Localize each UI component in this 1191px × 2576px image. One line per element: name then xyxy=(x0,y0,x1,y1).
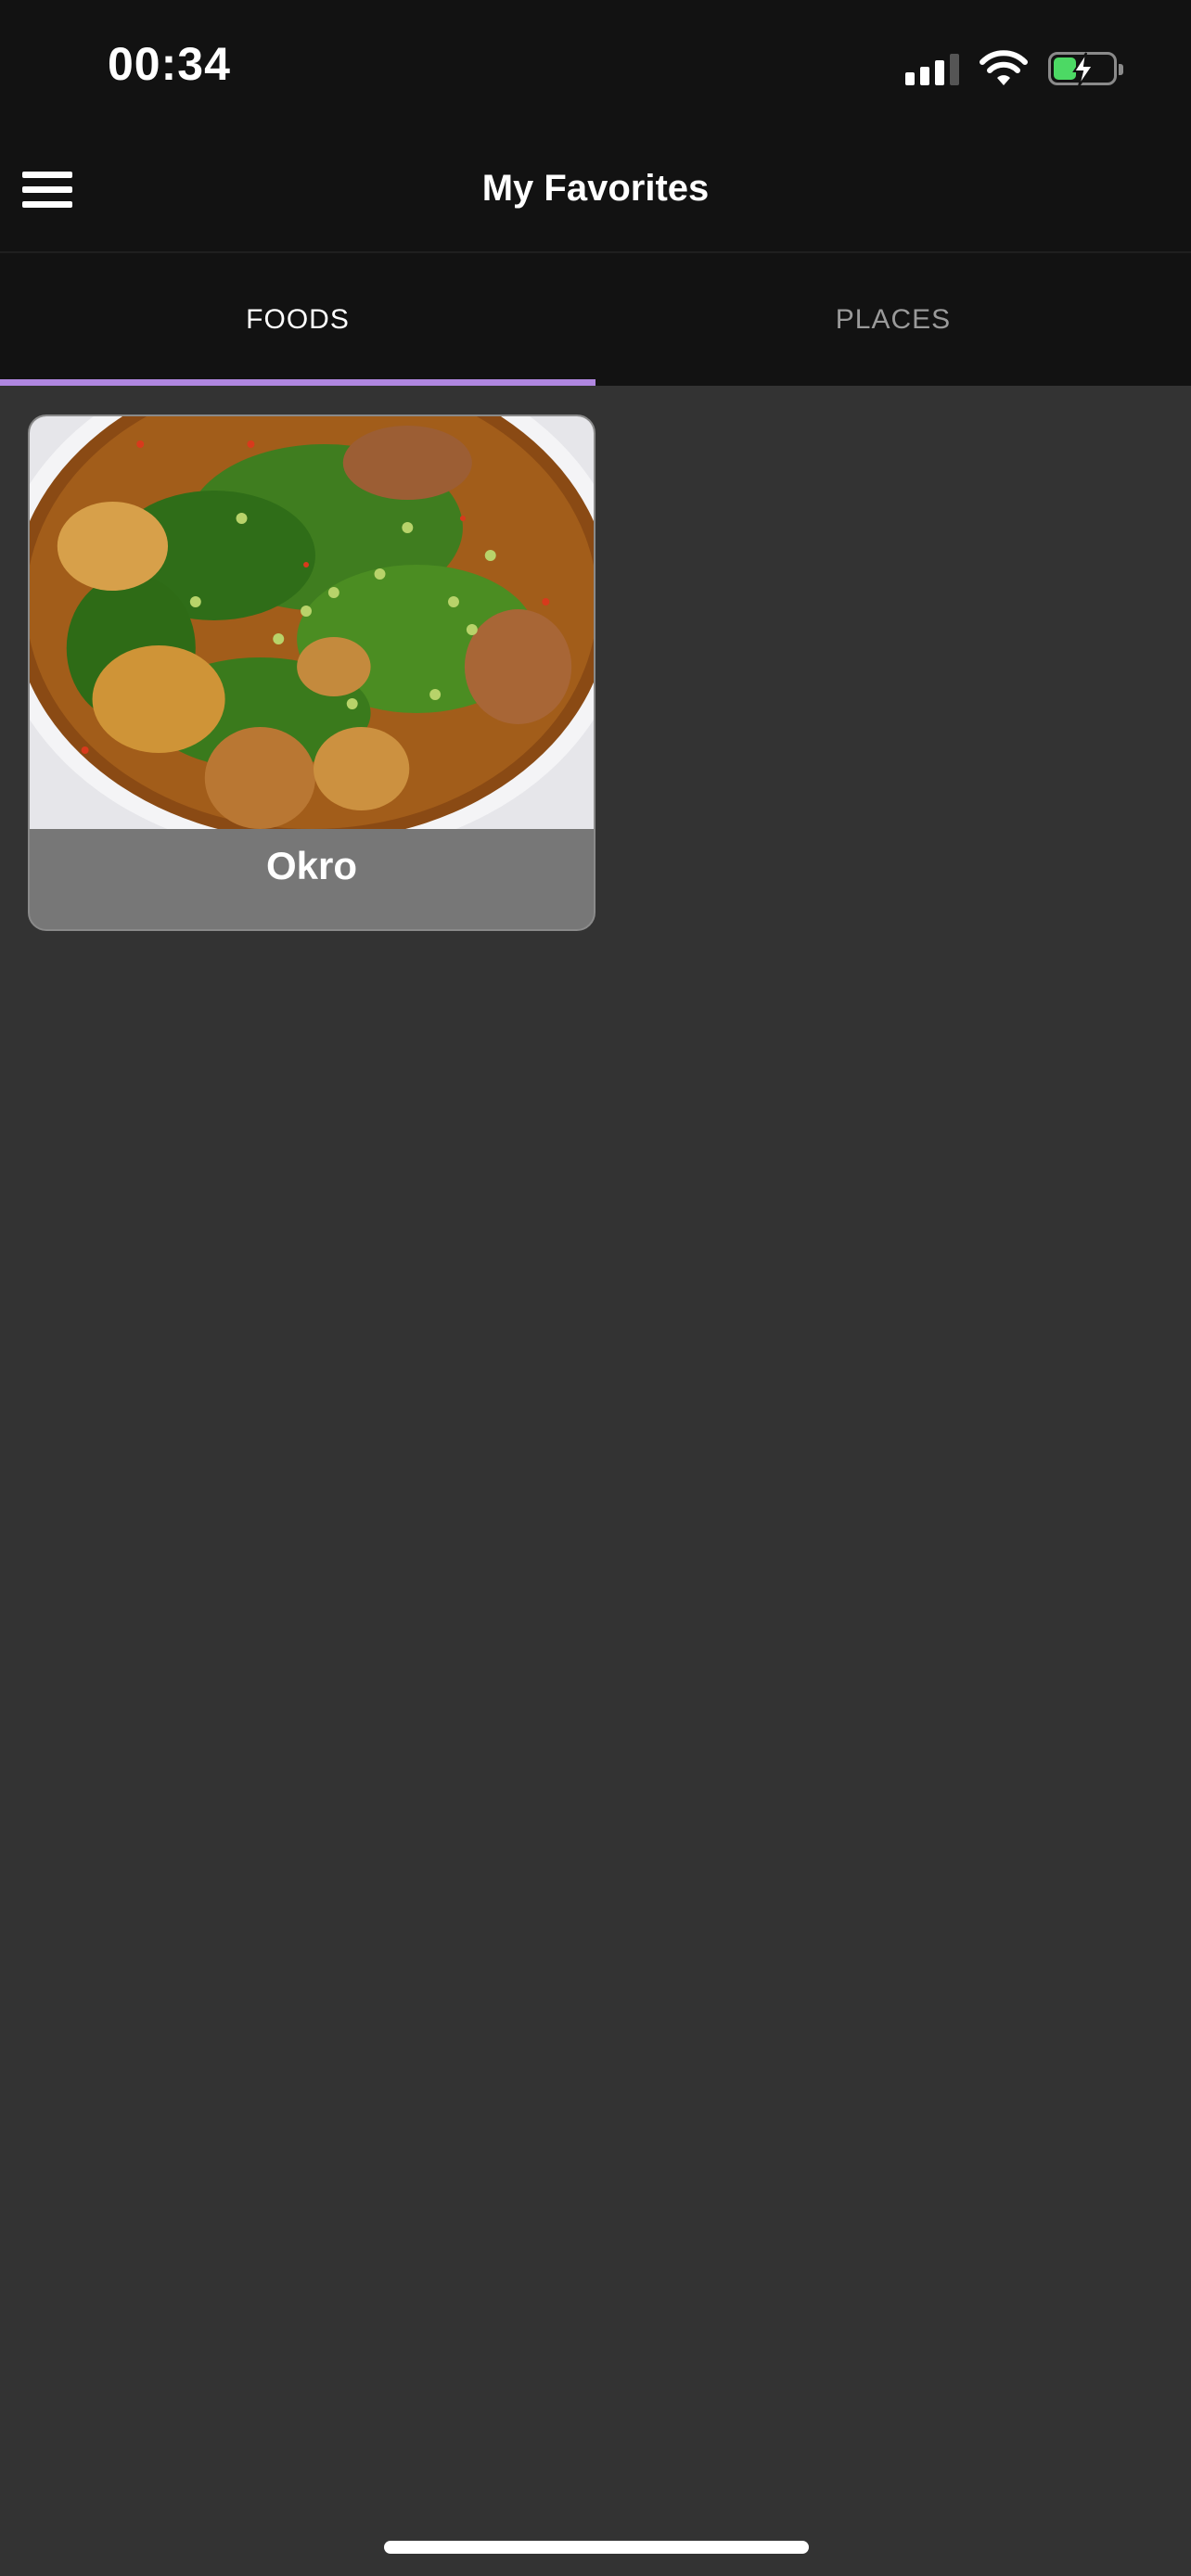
tab-places[interactable]: PLACES xyxy=(596,253,1191,386)
active-tab-indicator xyxy=(0,379,596,386)
favorite-food-card[interactable]: Okro xyxy=(28,414,596,931)
wifi-icon xyxy=(980,50,1028,85)
status-time: 00:34 xyxy=(108,38,231,90)
home-indicator[interactable] xyxy=(384,2541,809,2554)
tab-bar: FOODS PLACES xyxy=(0,253,1191,386)
battery-charging-icon xyxy=(1048,52,1123,87)
app-header: My Favorites xyxy=(0,134,1191,253)
okro-soup-image xyxy=(30,416,594,829)
status-icons xyxy=(905,46,1123,91)
tab-foods[interactable]: FOODS xyxy=(0,253,596,386)
page-title: My Favorites xyxy=(481,168,710,209)
favorite-food-name: Okro xyxy=(265,844,358,887)
status-bar: 00:34 xyxy=(0,0,1191,134)
cellular-signal-icon xyxy=(905,52,959,85)
